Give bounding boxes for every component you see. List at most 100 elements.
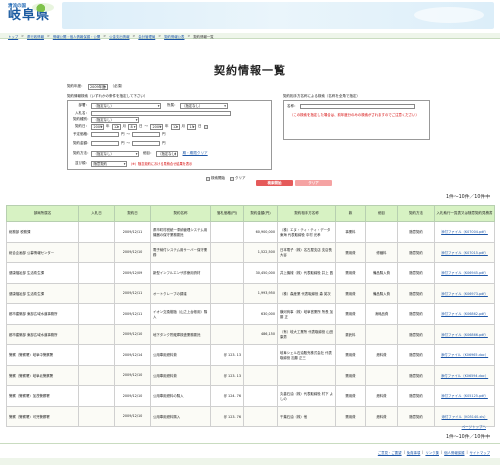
breadcrumb-link[interactable]: 県行政情報 xyxy=(27,34,44,39)
table-row: 総合企画部 公募情報センター 2009/12/10 電子納付システム用サーバー保守業… xyxy=(6,241,495,263)
table-cell xyxy=(243,364,278,386)
table-cell xyxy=(78,364,115,386)
column-header: 款 xyxy=(335,205,366,222)
extra-select[interactable]: （指定なし） xyxy=(155,151,178,157)
table-cell: 2009/12/10 xyxy=(114,385,151,407)
table-cell: 備品購入費 xyxy=(365,262,398,284)
dept-select[interactable]: （指定なし） xyxy=(91,103,161,109)
contract-amount-label: 契約金額： xyxy=(73,141,91,145)
bidder-input[interactable] xyxy=(91,111,231,116)
table-cell: 2009/12/11 xyxy=(114,303,151,325)
dept-label: 部署： xyxy=(78,103,90,108)
year-row: 契約年度： 2009年度 （必須） xyxy=(67,84,125,90)
attachment-link[interactable]: 添付ファイル（K07004.pdf） xyxy=(434,221,495,243)
date-to-month[interactable]: 12 xyxy=(170,124,180,130)
footer-link[interactable]: 免責事項 xyxy=(407,450,421,455)
method-select[interactable]: （指定なし） xyxy=(91,151,139,157)
breadcrumb-link[interactable]: トップ xyxy=(8,34,18,39)
search-start-plain[interactable]: 検索開始 xyxy=(206,176,225,181)
attachment-link[interactable]: 添付ファイル（K06945.pdf） xyxy=(434,262,495,284)
attachment-link[interactable]: 添付ファイル（K07015.pdf） xyxy=(434,241,495,263)
footer-link[interactable]: 個人情報保護 xyxy=(444,450,464,455)
table-row: 都市建築部 東部広域水道事務所 2009/12/11 イオン交換樹脂（山之上台帳用）… xyxy=(6,303,495,325)
logo-swoosh-icon xyxy=(32,3,54,12)
date-from-year[interactable]: 2009 xyxy=(91,124,104,130)
bidder-label: 入札名： xyxy=(75,111,89,115)
page-title: 契約情報一覧 xyxy=(214,64,286,77)
clear-date-link[interactable]: 期・期限クリア xyxy=(183,151,208,156)
column-header: 契約名称 xyxy=(150,205,211,222)
site-header: 清流の国 岐阜県 xyxy=(0,0,500,32)
extra-label: 細目： xyxy=(143,151,154,156)
table-cell: 随意契約 xyxy=(397,405,435,427)
table-cell xyxy=(210,221,244,243)
table-cell: 需用費 xyxy=(335,241,366,263)
table-row: 健康福祉部 生活衛生課 2009/12/09 新型インフルエンザ診療用資材 30,45… xyxy=(6,262,495,284)
attachment-link[interactable]: 添付ファイル（K06866.pdf） xyxy=(434,323,495,345)
sort-label: 並び順： xyxy=(75,161,89,166)
division-select[interactable]: （指定なし） xyxy=(179,103,228,109)
table-cell: 2009/12/11 xyxy=(114,282,151,304)
attachment-link[interactable]: 添付ファイル（K06965.doc） xyxy=(434,344,495,366)
table-cell xyxy=(243,385,278,407)
table-cell: 随意契約 xyxy=(397,364,435,386)
attachment-link[interactable]: 添付ファイル（K05125.pdf） xyxy=(434,385,495,407)
period-label: 契約日： xyxy=(75,124,89,129)
table-row: 総務部 税務課 2009/12/11 県市町村税統一滞納管理システム用機器の保守業務… xyxy=(6,221,495,243)
breadcrumb-link[interactable]: 契約情報公表 xyxy=(164,34,184,39)
footer-link[interactable]: サイトマップ xyxy=(470,450,490,455)
breadcrumb-link[interactable]: 会計管理局 xyxy=(138,34,155,39)
calendar-icon[interactable] xyxy=(203,124,208,129)
unit-yen: 円 xyxy=(121,141,125,145)
contract-amount-from-input[interactable] xyxy=(91,141,119,146)
table-cell xyxy=(210,241,244,263)
footer-divider xyxy=(0,443,500,444)
footer-link[interactable]: ご意見・ご要望 xyxy=(378,450,402,455)
table-cell: 総合企画部 公募情報センター xyxy=(6,241,79,263)
table-cell: 都市建築部 東部広域水道事務所 xyxy=(6,303,79,325)
attachment-link[interactable]: 添付ファイル（K06594.doc） xyxy=(434,364,495,386)
breadcrumb-link[interactable]: 公金支出情報 xyxy=(109,34,129,39)
unit-year: 年 xyxy=(165,124,169,129)
date-to-year[interactable]: 2009 xyxy=(150,124,163,130)
amount-to-input[interactable] xyxy=(132,132,160,137)
footer-link[interactable]: リンク集 xyxy=(425,450,439,455)
page-top-link[interactable]: ページトップへ xyxy=(462,425,486,430)
breadcrumb-current: 契約情報一覧 xyxy=(193,35,214,39)
table-cell: イオン交換樹脂（山之上台帳用）購入 xyxy=(150,303,211,325)
table-cell: 公用車用燃料費 xyxy=(150,364,211,386)
table-cell: 県市町村税統一滞納管理システム用機器の保守業務委託 xyxy=(150,221,211,243)
footer-strip xyxy=(0,458,500,465)
attachment-link[interactable]: 添付ファイル（K06973.pdf） xyxy=(434,282,495,304)
contract-amount-to-input[interactable] xyxy=(132,141,160,146)
table-cell: 60,900,000 xyxy=(243,221,278,243)
method-label: 契約方法： xyxy=(73,151,91,156)
amount-from-input[interactable] xyxy=(91,132,119,137)
table-row: 都市建築部 東部広域水道事務所 2009/12/10 地下タンク貯蔵庫検査業務委託 4… xyxy=(6,323,495,345)
table-cell: 健康福祉部 生活衛生課 xyxy=(6,282,79,304)
search-button[interactable]: 検索開始 xyxy=(256,180,293,186)
clear-icon xyxy=(230,176,234,181)
range-tilde: 〜 xyxy=(126,132,131,136)
table-cell xyxy=(78,221,115,243)
attachment-link[interactable]: 添付ファイル（K05140.xls） xyxy=(434,405,495,427)
breadcrumb-link[interactable]: 情報公開・個人情報保護・公開 xyxy=(53,34,100,39)
attachment-link[interactable]: 添付ファイル（K06862.pdf） xyxy=(434,303,495,325)
table-body: 総務部 税務課 2009/12/11 県市町村税統一滞納管理システム用機器の保守業務… xyxy=(6,221,495,427)
table-cell: 燃料費 xyxy=(365,385,398,407)
supplier-name-input[interactable] xyxy=(299,104,415,109)
table-cell: 486,150 xyxy=(243,323,278,345)
column-header: 契約日 xyxy=(114,205,151,222)
table-cell: 公用車用燃料の購入 xyxy=(150,385,211,407)
date-from-day[interactable]: 8 xyxy=(128,124,137,130)
site-logo[interactable]: 清流の国 岐阜県 xyxy=(8,3,54,29)
table-cell: （有）岐大工業所 代表取締役 山田 康男 xyxy=(277,323,336,345)
category-select[interactable]: （指定なし） xyxy=(91,117,139,123)
clear-button[interactable]: クリア xyxy=(295,180,332,186)
year-select[interactable]: 2009年度 xyxy=(87,84,108,90)
date-to-day[interactable]: 15 xyxy=(187,124,196,130)
clear-plain[interactable]: クリア xyxy=(230,176,246,181)
date-from-month[interactable]: 12 xyxy=(111,124,121,130)
table-cell: 岐阜シェル石油販売株式会社 代表取締役 加藤 正三 xyxy=(277,344,336,366)
sort-select[interactable]: 随意契約 xyxy=(91,161,127,167)
